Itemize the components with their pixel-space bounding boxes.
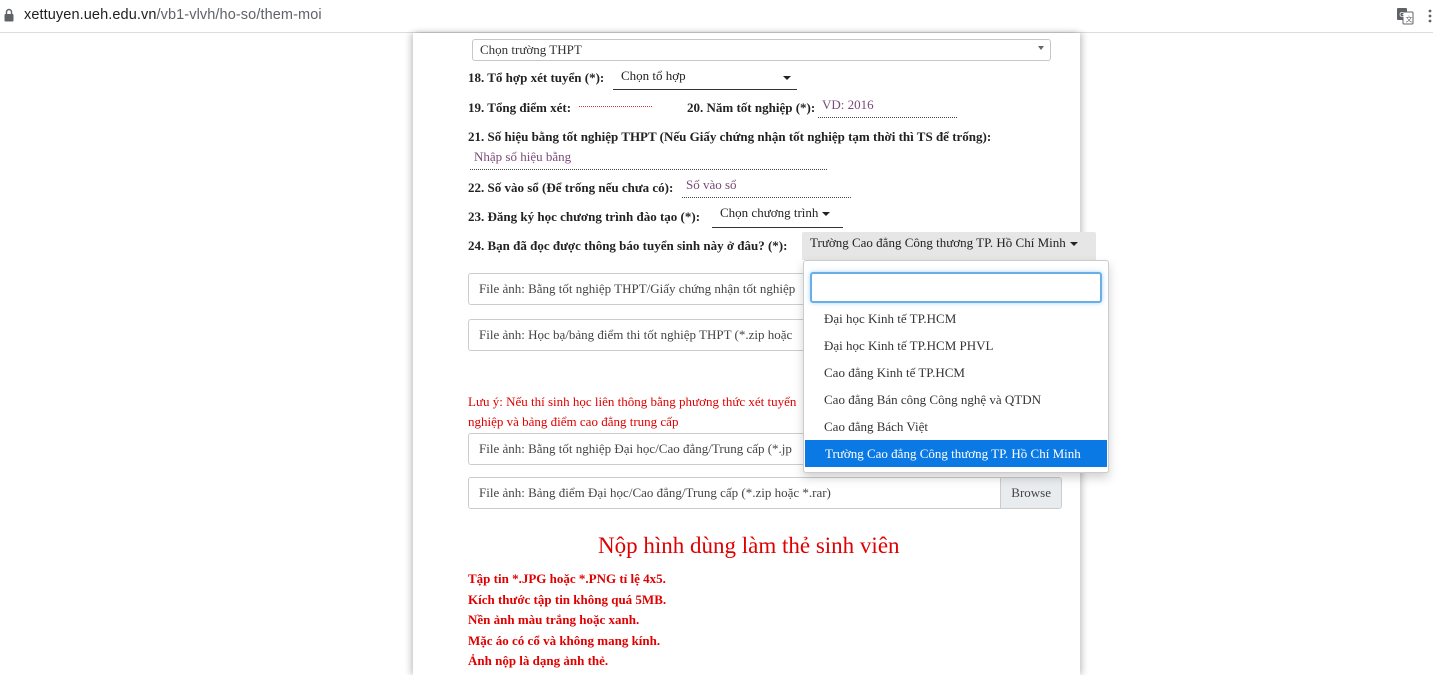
- dropdown-option[interactable]: Cao đẳng Kinh tế TP.HCM: [804, 359, 1108, 386]
- dropdown-option[interactable]: Cao đẳng Bách Việt: [804, 413, 1108, 440]
- svg-text:文: 文: [1406, 15, 1413, 24]
- dropdown-option[interactable]: Cao đẳng Bán công Công nghệ và QTDN: [804, 386, 1108, 413]
- file-input-transcript-thpt[interactable]: File ảnh: Học bạ/bảng điểm thi tốt nghiệ…: [468, 319, 808, 351]
- dropdown-option[interactable]: Đại học Kinh tế TP.HCM PHVL: [804, 332, 1108, 359]
- program-dropdown[interactable]: Chọn chương trình: [712, 203, 843, 228]
- lock-icon: [4, 8, 14, 22]
- caret-down-icon: [783, 76, 791, 80]
- photo-rule: Kích thước tập tin không quá 5MB.: [468, 591, 667, 607]
- photo-section-title: Nộp hình dùng làm thẻ sinh viên: [598, 533, 900, 558]
- photo-rule: Tập tin *.JPG hoặc *.PNG tỉ lệ 4x5.: [468, 571, 666, 586]
- photo-rule: Ảnh nộp là dạng ảnh thẻ.: [468, 653, 609, 668]
- combination-dropdown[interactable]: Chọn tổ hợp: [613, 66, 797, 90]
- more-icon[interactable]: [1426, 8, 1433, 24]
- source-dropdown-menu: Đại học Kinh tế TP.HCM Đại học Kinh tế T…: [803, 260, 1109, 473]
- note-text: Lưu ý: Nếu thí sinh học liên thông bằng …: [468, 392, 808, 432]
- dropdown-option[interactable]: Đại học Kinh tế TP.HCM: [804, 305, 1108, 332]
- file-input-label: File ảnh: Bảng điểm Đại học/Cao đẳng/Tru…: [479, 485, 831, 500]
- file-input-label: File ảnh: Học bạ/bảng điểm thi tốt nghiệ…: [479, 327, 793, 342]
- school-select-value: Chọn trường THPT: [480, 42, 582, 57]
- combination-value: Chọn tổ hợp: [621, 68, 686, 83]
- photo-rule: Mặc áo có cổ và không mang kính.: [468, 632, 661, 648]
- q23-label: 23. Đăng ký học chương trình đào tạo (*)…: [468, 209, 701, 224]
- svg-text:G: G: [1399, 11, 1404, 19]
- file-input-transcript-college[interactable]: File ảnh: Bảng điểm Đại học/Cao đẳng/Tru…: [468, 477, 1062, 509]
- file-input-label: File ảnh: Bằng tốt nghiệp Đại học/Cao đẳ…: [479, 441, 792, 456]
- chevron-down-icon: [1038, 46, 1044, 50]
- caret-down-icon: [1069, 242, 1078, 247]
- graduation-year-input[interactable]: VD: 2016: [818, 97, 957, 118]
- register-number-input[interactable]: Số vào sổ: [682, 177, 851, 198]
- total-score-field: [579, 106, 652, 107]
- note-line-2: nghiệp và bảng điểm cao đẳng trung cấp: [468, 414, 679, 429]
- file-input-diploma-college[interactable]: File ảnh: Bằng tốt nghiệp Đại học/Cao đẳ…: [468, 433, 808, 465]
- photo-rules: Tập tin *.JPG hoặc *.PNG tỉ lệ 4x5. Kích…: [468, 569, 666, 672]
- translate-icon[interactable]: G 文: [1396, 7, 1414, 25]
- address-bar[interactable]: xettuyen.ueh.edu.vn/vb1-vlvh/ho-so/them-…: [0, 0, 1433, 33]
- url-text[interactable]: xettuyen.ueh.edu.vn/vb1-vlvh/ho-so/them-…: [24, 7, 322, 23]
- source-dropdown[interactable]: Trường Cao đẳng Công thương TP. Hồ Chí M…: [802, 232, 1096, 260]
- note-line-1: Lưu ý: Nếu thí sinh học liên thông bằng …: [468, 394, 797, 409]
- dropdown-option-selected[interactable]: Trường Cao đẳng Công thương TP. Hồ Chí M…: [805, 440, 1107, 467]
- url-path: /vb1-vlvh/ho-so/them-moi: [156, 7, 322, 23]
- browse-button[interactable]: Browse: [1000, 478, 1061, 508]
- q21-label: 21. Số hiệu bằng tốt nghiệp THPT (Nếu Gi…: [468, 129, 992, 144]
- photo-rule: Nền ảnh màu trắng hoặc xanh.: [468, 612, 640, 627]
- dropdown-search-input[interactable]: [810, 272, 1102, 303]
- file-input-label: File ảnh: Bằng tốt nghiệp THPT/Giấy chứn…: [479, 281, 796, 296]
- q22-label: 22. Số vào sổ (Để trống nếu chưa có):: [468, 180, 674, 195]
- q19-label: 19. Tổng điểm xét:: [468, 100, 572, 115]
- q20-label: 20. Năm tốt nghiệp (*):: [687, 100, 816, 115]
- program-value: Chọn chương trình: [720, 205, 819, 220]
- q24-label: 24. Bạn đã đọc được thông báo tuyển sinh…: [468, 238, 788, 253]
- source-value: Trường Cao đẳng Công thương TP. Hồ Chí M…: [810, 235, 1066, 250]
- q18-label: 18. Tổ hợp xét tuyển (*):: [468, 70, 605, 85]
- url-host: xettuyen.ueh.edu.vn: [24, 7, 157, 23]
- school-select[interactable]: Chọn trường THPT: [472, 39, 1051, 61]
- diploma-number-input[interactable]: Nhập số hiệu bằng: [470, 149, 827, 170]
- caret-down-icon: [822, 212, 831, 217]
- file-input-diploma-thpt[interactable]: File ảnh: Bằng tốt nghiệp THPT/Giấy chứn…: [468, 273, 808, 305]
